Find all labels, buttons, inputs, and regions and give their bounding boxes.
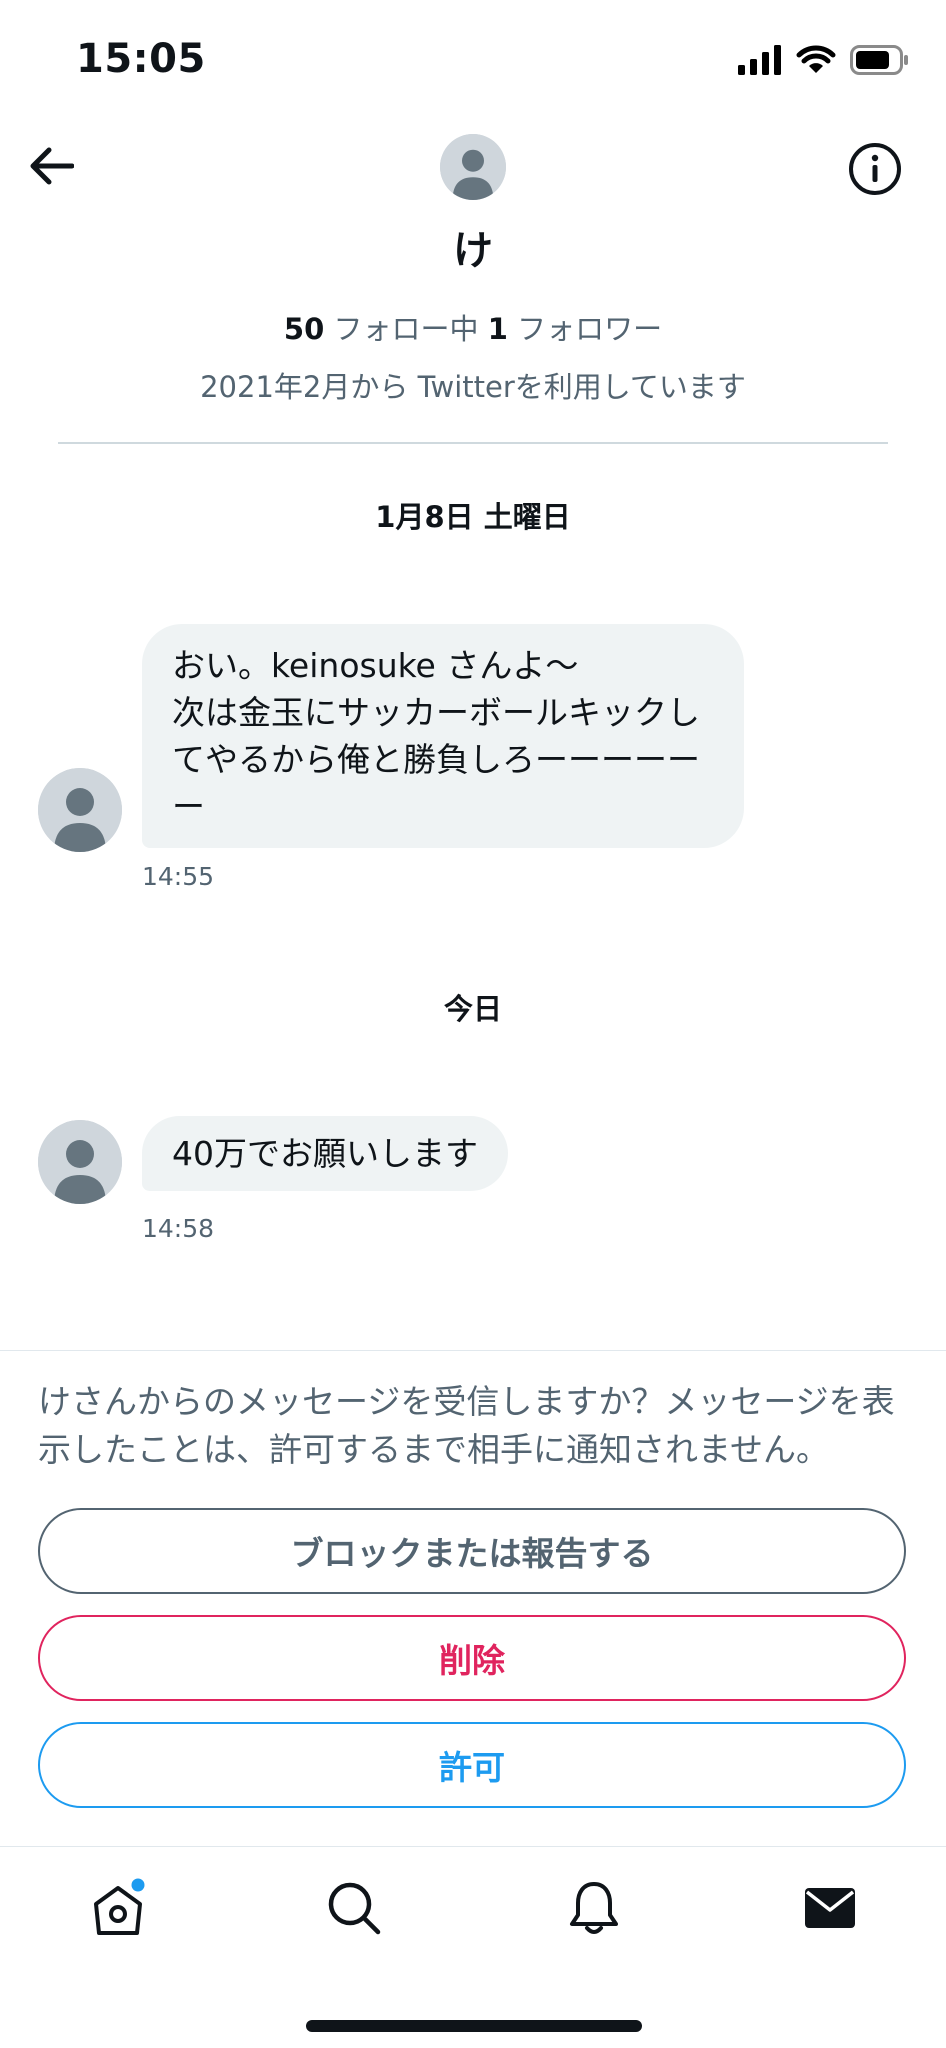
profile-name[interactable]: け [0, 218, 946, 276]
request-panel-divider [0, 1350, 946, 1351]
message-timestamp: 14:58 [142, 1214, 215, 1243]
sender-avatar[interactable] [38, 1120, 122, 1204]
new-content-badge [131, 1878, 145, 1892]
block-or-report-button[interactable]: ブロックまたは報告する [38, 1508, 906, 1594]
tab-home[interactable] [88, 1878, 148, 1938]
message-bubble[interactable]: おい。keinosuke さんよ〜 次は金玉にサッカーボールキックしてやるから俺… [142, 624, 744, 848]
message-timestamp: 14:55 [142, 862, 215, 891]
message-text: おい。keinosuke さんよ〜 次は金玉にサッカーボールキックしてやるから俺… [172, 646, 700, 826]
default-avatar-icon [440, 134, 506, 200]
tab-notifications[interactable] [564, 1878, 624, 1938]
tab-bar-divider [0, 1846, 946, 1847]
home-indicator[interactable] [306, 2020, 642, 2032]
message-text: 40万でお願いします [172, 1134, 478, 1173]
back-button[interactable] [28, 146, 75, 186]
tab-messages[interactable] [800, 1878, 860, 1938]
profile-avatar[interactable] [440, 134, 506, 200]
conversation-info-button[interactable] [848, 142, 902, 196]
status-time: 15:05 [76, 36, 206, 82]
home-icon [94, 1878, 145, 1935]
battery-icon [850, 45, 908, 75]
info-icon [849, 143, 901, 195]
followers-count: 1 [487, 312, 508, 346]
date-separator: 1月8日 土曜日 [375, 500, 571, 534]
default-avatar-icon [38, 1120, 122, 1204]
status-icons [738, 40, 910, 80]
default-avatar-icon [38, 768, 122, 852]
joined-date: 2021年2月から Twitterを利用しています [200, 370, 746, 404]
following-label: フォロー中 [324, 312, 488, 346]
allow-button[interactable]: 許可 [38, 1722, 906, 1808]
message-bubble[interactable]: 40万でお願いします [142, 1116, 508, 1191]
date-separator: 今日 [443, 992, 502, 1026]
tab-search[interactable] [324, 1878, 384, 1938]
messages-icon [805, 1888, 855, 1928]
follow-stats: 50 フォロー中 1 フォロワー [0, 306, 946, 348]
search-icon [328, 1882, 381, 1935]
back-arrow-icon [30, 147, 75, 185]
following-count: 50 [283, 312, 325, 346]
message-request-prompt: けさんからのメッセージを受信しますか？メッセージを表示したことは、許可するまで相… [38, 1382, 895, 1469]
notifications-icon [570, 1882, 618, 1934]
delete-button[interactable]: 削除 [38, 1615, 906, 1701]
sender-avatar[interactable] [38, 768, 122, 852]
header-divider [58, 442, 888, 444]
cellular-signal-icon [738, 45, 781, 75]
wifi-icon [796, 45, 836, 73]
followers-label: フォロワー [507, 312, 663, 346]
